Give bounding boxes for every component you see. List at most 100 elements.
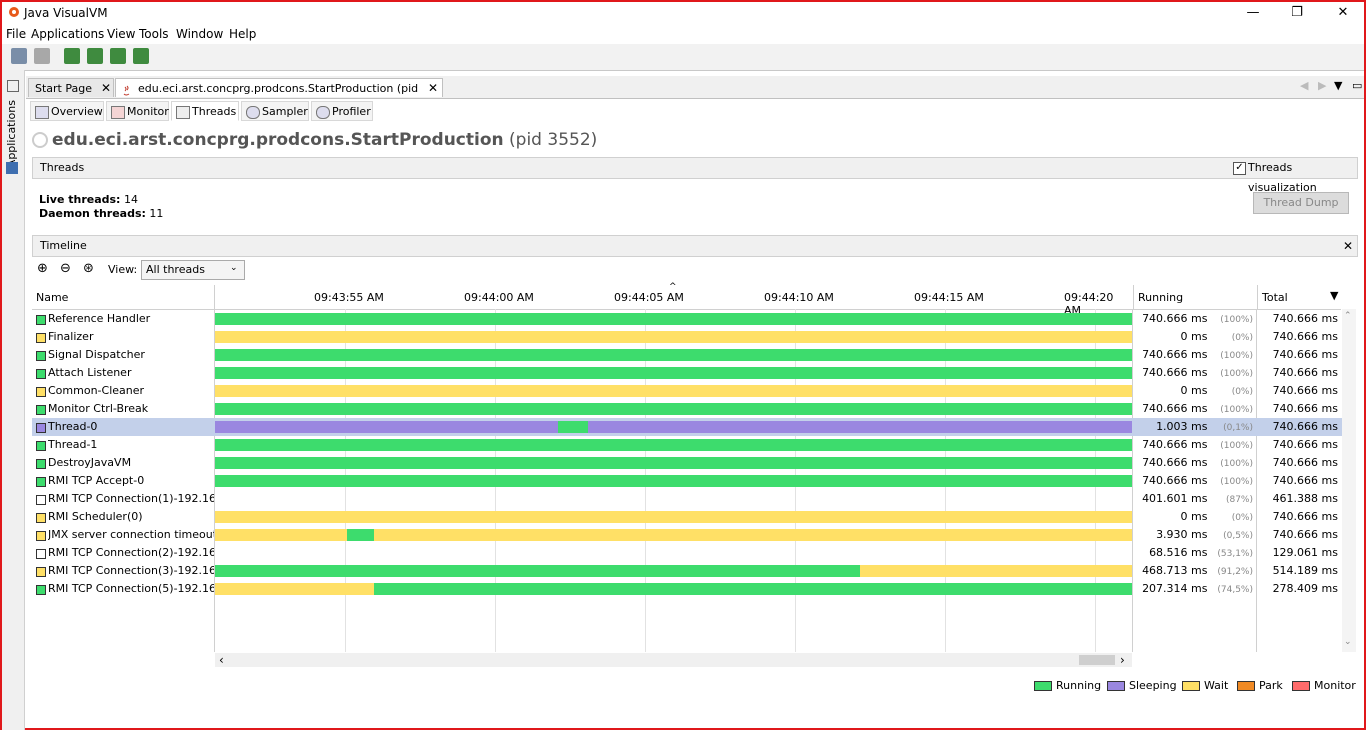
tab-monitor-label: Monitor [127, 105, 169, 118]
total-time: 740.666 ms [1272, 456, 1338, 469]
running-time: 740.666 ms (100%) [1142, 366, 1253, 379]
thread-row[interactable]: Thread-0 1.003 ms (0,1%) 740.666 ms [32, 418, 1342, 436]
scroll-right-icon[interactable]: › [1120, 653, 1125, 667]
tab-start-page[interactable]: Start Page ✕ [28, 78, 114, 97]
name-column-header[interactable]: Name [32, 285, 214, 310]
menu-help[interactable]: Help [229, 27, 256, 41]
load-snapshot-icon[interactable] [11, 48, 27, 64]
thread-row[interactable]: Reference Handler 740.666 ms (100%) 740.66… [32, 310, 1342, 328]
thread-row[interactable]: Finalizer 0 ms (0%) 740.666 ms [32, 328, 1342, 346]
scroll-left-icon[interactable]: ◀ [1300, 79, 1308, 92]
thread-timeline-bar [215, 331, 1132, 343]
add-snapshot-icon[interactable] [133, 48, 149, 64]
thread-name: Thread-0 [48, 420, 98, 433]
chevron-down-icon[interactable]: ▼ [1330, 289, 1338, 302]
menu-file[interactable]: File [6, 27, 26, 41]
tab-threads[interactable]: Threads [171, 101, 239, 121]
close-icon[interactable]: ✕ [428, 79, 438, 98]
chevron-down-icon[interactable]: ▼ [1334, 79, 1342, 92]
thread-row[interactable]: RMI Scheduler(0) 0 ms (0%) 740.666 ms [32, 508, 1342, 526]
running-time: 68.516 ms (53,1%) [1149, 546, 1253, 559]
thread-row[interactable]: DestroyJavaVM 740.666 ms (100%) 740.666 ms [32, 454, 1342, 472]
menu-tools[interactable]: Tools [139, 27, 169, 41]
threads-visualization-checkbox[interactable]: ✓ [1233, 162, 1246, 175]
vertical-scrollbar[interactable]: ⌃ ⌄ [1342, 309, 1356, 652]
view-select[interactable]: All threads ⌄ [141, 260, 245, 280]
thread-row[interactable]: Thread-1 740.666 ms (100%) 740.666 ms [32, 436, 1342, 454]
running-percent: (0%) [1231, 387, 1253, 397]
running-time: 740.666 ms (100%) [1142, 402, 1253, 415]
horizontal-scrollbar[interactable]: ‹ › [215, 653, 1132, 667]
thread-timeline-bar [215, 403, 1132, 415]
scroll-down-icon[interactable]: ⌄ [1344, 637, 1352, 647]
save-icon[interactable] [34, 48, 50, 64]
close-icon[interactable]: ✕ [1343, 236, 1353, 256]
tab-profiler[interactable]: Profiler [311, 101, 373, 121]
thread-row[interactable]: RMI TCP Accept-0 740.666 ms (100%) 740.666… [32, 472, 1342, 490]
restore-panel-icon[interactable] [7, 80, 19, 92]
minimize-button[interactable]: — [1238, 4, 1268, 22]
add-jmx-connection-icon[interactable] [87, 48, 103, 64]
zoom-in-icon[interactable]: ⊕ [37, 261, 48, 276]
scrollbar-thumb[interactable] [1079, 655, 1115, 665]
tab-sampler[interactable]: Sampler [241, 101, 309, 121]
timeline-segment-sleeping [215, 421, 558, 433]
thread-row[interactable]: Common-Cleaner 0 ms (0%) 740.666 ms [32, 382, 1342, 400]
chevron-down-icon: ⌄ [230, 263, 238, 273]
thread-state-icon [36, 423, 46, 433]
tab-start-production[interactable]: edu.eci.arst.concprg.prodcons.StartProdu… [115, 78, 443, 114]
thread-name: RMI TCP Accept-0 [48, 474, 145, 487]
thread-timeline-bar [215, 529, 1132, 541]
maximize-icon[interactable]: ▭ [1352, 79, 1362, 92]
timeline-section-title: Timeline [40, 239, 87, 252]
thread-timeline-bar [215, 457, 1132, 469]
running-column-header[interactable]: Running [1133, 285, 1257, 310]
close-icon[interactable]: ✕ [101, 79, 111, 98]
thread-row[interactable]: RMI TCP Connection(5)-192.168.5 207.314 m… [32, 580, 1342, 598]
applications-icon[interactable] [6, 162, 18, 174]
thread-row[interactable]: Attach Listener 740.666 ms (100%) 740.666 … [32, 364, 1342, 382]
thread-row[interactable]: Monitor Ctrl-Break 740.666 ms (100%) 740.6… [32, 400, 1342, 418]
running-percent: (100%) [1220, 351, 1253, 361]
thread-name: RMI TCP Connection(2)-192.168.5 [48, 546, 214, 559]
timeline-segment-running [215, 457, 1132, 469]
timeline-segment-wait [215, 385, 1132, 397]
total-time: 740.666 ms [1272, 510, 1338, 523]
thread-timeline-bar [215, 439, 1132, 451]
thread-dump-button[interactable]: Thread Dump [1253, 192, 1349, 214]
menu-applications[interactable]: Applications [31, 27, 104, 41]
menu-bar: File Applications View Tools Window Help [2, 24, 1364, 44]
thread-row[interactable]: RMI TCP Connection(2)-192.168.5 68.516 ms… [32, 544, 1342, 562]
toolbar [2, 44, 1364, 71]
add-vm-coredump-icon[interactable] [110, 48, 126, 64]
scroll-up-icon[interactable]: ⌃ [1344, 311, 1352, 321]
total-column-header[interactable]: Total ▼ [1257, 285, 1341, 310]
legend-swatch [1034, 681, 1052, 691]
menu-view[interactable]: View [107, 27, 135, 41]
live-threads: Live threads: 14 [39, 193, 138, 206]
thread-row[interactable]: RMI TCP Connection(3)-192.168.5 468.713 m… [32, 562, 1342, 580]
timeline-segment-running [347, 529, 374, 541]
close-window-button[interactable]: ✕ [1328, 4, 1358, 22]
thread-name: DestroyJavaVM [48, 456, 132, 469]
applications-side-tab[interactable]: Applications [5, 100, 18, 167]
running-time: 740.666 ms (100%) [1142, 456, 1253, 469]
total-time: 740.666 ms [1272, 384, 1338, 397]
thread-row[interactable]: JMX server connection timeout 21 3.930 ms… [32, 526, 1342, 544]
applications-sidebar: Applications [2, 70, 25, 730]
restore-button[interactable]: ❐ [1282, 4, 1312, 22]
tab-overview[interactable]: Overview [30, 101, 104, 121]
thread-row[interactable]: Signal Dispatcher 740.666 ms (100%) 740.66… [32, 346, 1342, 364]
scroll-left-icon[interactable]: ‹ [219, 653, 224, 667]
tab-monitor[interactable]: Monitor [106, 101, 169, 121]
thread-timeline-bar [215, 313, 1132, 325]
legend-running: Running [1034, 679, 1101, 692]
menu-window[interactable]: Window [176, 27, 223, 41]
add-host-icon[interactable] [64, 48, 80, 64]
running-percent: (0,5%) [1223, 531, 1253, 541]
zoom-out-icon[interactable]: ⊖ [60, 261, 71, 276]
fit-zoom-icon[interactable]: ⊛ [83, 261, 94, 276]
timeline-segment-running [215, 367, 1132, 379]
scroll-right-icon[interactable]: ▶ [1318, 79, 1326, 92]
thread-row[interactable]: RMI TCP Connection(1)-192.168.5 401.601 m… [32, 490, 1342, 508]
